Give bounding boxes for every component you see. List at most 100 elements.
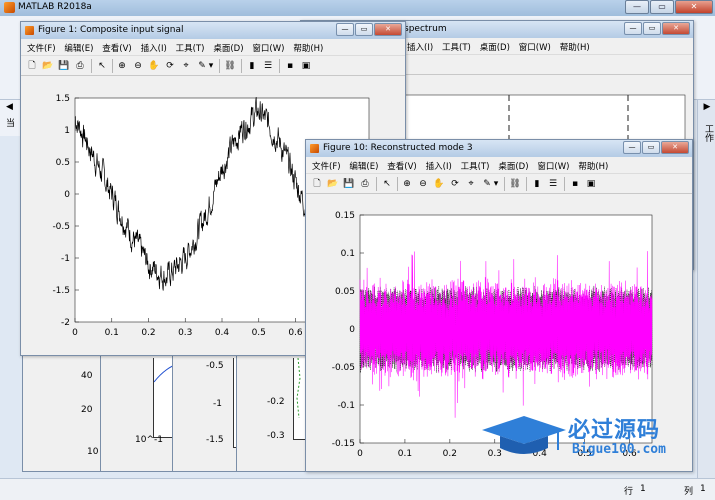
x-tick-label: 0 [72, 328, 78, 338]
menu-help[interactable]: 帮助(H) [293, 42, 323, 54]
x-tick-label: 0.2 [141, 328, 155, 338]
menu-window[interactable]: 窗口(W) [519, 41, 551, 53]
figure-toolbar: 🗋 📂 💾 ⎙ ↖ ⊕ ⊖ ✋ ⟳ ⌖ ✎ ▾ ⛓ ▮ ☰ ▪ ▣ [306, 174, 692, 194]
minimize-button[interactable]: — [624, 22, 642, 35]
background-figure-b[interactable]: 10^-1 [100, 352, 180, 472]
pointer-icon[interactable]: ↖ [380, 177, 394, 191]
workspace-tab[interactable]: 工作 [702, 124, 715, 142]
figure-title: Figure 1: Composite input signal [38, 25, 184, 35]
y-tick-label: 0.15 [335, 211, 355, 221]
rotate-3d-icon[interactable]: ⟳ [163, 59, 177, 73]
toolbar-separator [279, 59, 280, 73]
close-button[interactable]: ✕ [675, 0, 713, 14]
y-tick-label: -0.05 [332, 363, 355, 373]
maximize-button[interactable]: ▭ [642, 141, 660, 154]
brush-dropdown-icon[interactable]: ▾ [492, 177, 500, 191]
brush-dropdown-icon[interactable]: ▾ [207, 59, 215, 73]
matlab-titlebar: MATLAB R2018a — ▭ ✕ [0, 0, 715, 16]
data-cursor-icon[interactable]: ⌖ [464, 177, 478, 191]
close-button[interactable]: ✕ [661, 141, 689, 154]
figure-toolbar: 🗋 📂 💾 ⎙ ↖ ⊕ ⊖ ✋ ⟳ ⌖ ✎ ▾ ⛓ ▮ ☰ ▪ ▣ [21, 56, 405, 76]
tick-label: 10^-1 [135, 435, 163, 445]
status-col-label: 列 [684, 487, 694, 497]
zoom-in-icon[interactable]: ⊕ [400, 177, 414, 191]
data-cursor-icon[interactable]: ⌖ [179, 59, 193, 73]
maximize-button[interactable]: ▭ [355, 23, 373, 36]
toolbar-separator [241, 59, 242, 73]
side-arrow-icon[interactable]: ▶ [702, 102, 712, 112]
zoom-in-icon[interactable]: ⊕ [115, 59, 129, 73]
toolbar-separator [397, 177, 398, 191]
left-nav-arrow-icon[interactable]: ◀ [6, 102, 13, 112]
menu-tools[interactable]: 工具(T) [442, 41, 471, 53]
background-figure-a[interactable]: 40 20 10 [22, 352, 112, 472]
menu-edit[interactable]: 编辑(E) [64, 42, 93, 54]
open-file-icon[interactable]: 📂 [326, 177, 340, 191]
menu-help[interactable]: 帮助(H) [578, 160, 608, 172]
y-tick-label: 0.05 [335, 287, 355, 297]
maximize-button[interactable]: ▭ [643, 22, 661, 35]
print-icon[interactable]: ⎙ [73, 59, 87, 73]
menu-insert[interactable]: 插入(I) [407, 41, 433, 53]
legend-icon[interactable]: ☰ [546, 177, 560, 191]
menu-help[interactable]: 帮助(H) [560, 41, 590, 53]
minimize-button[interactable]: — [625, 0, 649, 14]
zoom-out-icon[interactable]: ⊖ [131, 59, 145, 73]
hide-plot-tools-icon[interactable]: ▪ [568, 177, 582, 191]
menu-view[interactable]: 查看(V) [387, 160, 416, 172]
hide-plot-tools-icon[interactable]: ▪ [283, 59, 297, 73]
colorbar-icon[interactable]: ▮ [530, 177, 544, 191]
minimize-button[interactable]: — [336, 23, 354, 36]
menu-insert[interactable]: 插入(I) [426, 160, 452, 172]
menu-file[interactable]: 文件(F) [27, 42, 56, 54]
close-button[interactable]: ✕ [374, 23, 402, 36]
maximize-button[interactable]: ▭ [650, 0, 674, 14]
menu-window[interactable]: 窗口(W) [537, 160, 569, 172]
menu-desktop[interactable]: 桌面(D) [213, 42, 243, 54]
minimize-button[interactable]: — [623, 141, 641, 154]
legend-icon[interactable]: ☰ [261, 59, 275, 73]
x-tick-label: 0.6 [288, 328, 303, 338]
rotate-3d-icon[interactable]: ⟳ [448, 177, 462, 191]
menu-window[interactable]: 窗口(W) [252, 42, 284, 54]
menu-view[interactable]: 查看(V) [102, 42, 131, 54]
save-icon[interactable]: 💾 [57, 59, 71, 73]
tick-label: -0.3 [267, 431, 285, 441]
new-figure-icon[interactable]: 🗋 [25, 59, 39, 73]
zoom-out-icon[interactable]: ⊖ [416, 177, 430, 191]
left-nav-label: 当 [6, 119, 16, 129]
status-row-label: 行 [624, 487, 634, 497]
pan-icon[interactable]: ✋ [147, 59, 161, 73]
tick-label: 20 [81, 405, 93, 415]
watermark: 必过源码 Bigue100.com [480, 410, 680, 470]
menu-tools[interactable]: 工具(T) [461, 160, 490, 172]
menu-edit[interactable]: 编辑(E) [349, 160, 378, 172]
pointer-icon[interactable]: ↖ [95, 59, 109, 73]
pan-icon[interactable]: ✋ [432, 177, 446, 191]
save-icon[interactable]: 💾 [342, 177, 356, 191]
link-plot-icon[interactable]: ⛓ [508, 177, 522, 191]
close-button[interactable]: ✕ [662, 22, 690, 35]
print-icon[interactable]: ⎙ [358, 177, 372, 191]
background-figure-d[interactable]: -0.2 -0.3 [236, 352, 312, 472]
menu-file[interactable]: 文件(F) [312, 160, 341, 172]
y-tick-label: 0.1 [341, 249, 355, 259]
menu-desktop[interactable]: 桌面(D) [498, 160, 528, 172]
open-file-icon[interactable]: 📂 [41, 59, 55, 73]
show-plot-tools-icon[interactable]: ▣ [299, 59, 313, 73]
menu-desktop[interactable]: 桌面(D) [480, 41, 510, 53]
figure-menubar: 文件(F) 编辑(E) 查看(V) 插入(I) 工具(T) 桌面(D) 窗口(W… [306, 157, 692, 174]
x-tick-label: 0.5 [252, 328, 266, 338]
new-figure-icon[interactable]: 🗋 [310, 177, 324, 191]
menu-insert[interactable]: 插入(I) [141, 42, 167, 54]
matlab-logo-icon [4, 2, 15, 13]
x-tick-label: 0 [357, 449, 363, 459]
link-plot-icon[interactable]: ⛓ [223, 59, 237, 73]
y-tick-label: -2 [61, 318, 70, 328]
figure-titlebar: Figure 10: Reconstructed mode 3 — ▭ ✕ [306, 140, 692, 157]
colorbar-icon[interactable]: ▮ [245, 59, 259, 73]
tick-label: 40 [81, 371, 93, 381]
show-plot-tools-icon[interactable]: ▣ [584, 177, 598, 191]
menu-tools[interactable]: 工具(T) [176, 42, 205, 54]
x-tick-label: 0.1 [105, 328, 119, 338]
